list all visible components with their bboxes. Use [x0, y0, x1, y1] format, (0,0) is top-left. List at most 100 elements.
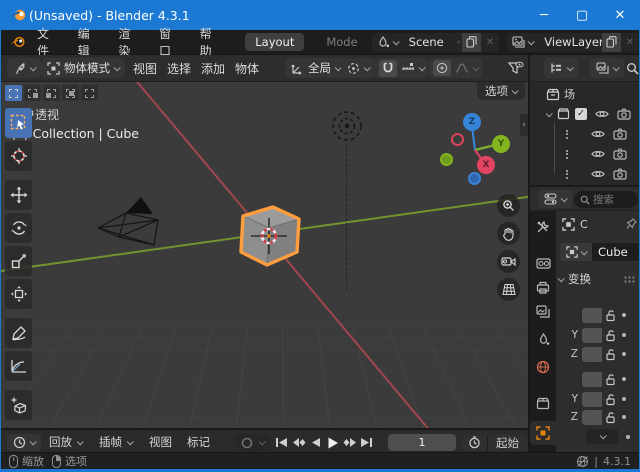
object-id-dropdown[interactable]	[560, 243, 592, 261]
pan-view-button[interactable]	[497, 222, 520, 245]
unlock-icon[interactable]	[605, 393, 617, 406]
tool-move[interactable]	[5, 180, 32, 210]
pivot-point-dropdown[interactable]	[341, 58, 375, 78]
animate-dot[interactable]	[626, 435, 630, 439]
collection-expand-icon[interactable]	[546, 110, 553, 117]
unlock-icon[interactable]	[605, 309, 617, 322]
collection-checkbox[interactable]: ✓	[575, 108, 587, 120]
value-field[interactable]	[582, 372, 602, 387]
next-keyframe-button[interactable]	[341, 434, 358, 451]
animate-dot[interactable]	[622, 397, 626, 401]
viewport-3d[interactable]: 选项 用户透视 (1) Collection | Cube	[1, 82, 528, 428]
network-offline-icon[interactable]	[576, 455, 589, 468]
scene-name-field[interactable]: Scene	[403, 35, 455, 49]
camera-view-button[interactable]	[497, 250, 520, 273]
zoom-view-button[interactable]	[497, 194, 520, 217]
light-object[interactable]	[327, 106, 367, 146]
start-frame-field[interactable]: 起始	[487, 435, 527, 451]
tab-object[interactable]	[530, 421, 556, 445]
viewport-menu-object[interactable]: 物体	[235, 55, 259, 82]
unlock-icon[interactable]	[605, 348, 617, 361]
tab-object-data[interactable]	[530, 391, 556, 415]
value-field[interactable]	[582, 328, 602, 343]
hide-eye-icon[interactable]	[591, 169, 605, 179]
tool-cursor[interactable]	[5, 141, 32, 171]
viewport-options-dropdown[interactable]: 选项	[477, 82, 525, 100]
transform-row-rotation-z[interactable]: Z	[556, 409, 640, 425]
transform-row-location-x[interactable]	[556, 307, 640, 323]
outliner-filter-dropdown[interactable]	[590, 58, 624, 78]
tab-render[interactable]	[530, 251, 556, 275]
value-field[interactable]	[582, 308, 602, 323]
outliner-camera-row[interactable]	[530, 124, 640, 144]
outliner-light-row[interactable]	[530, 164, 640, 184]
menu-render[interactable]: 渲染	[109, 30, 150, 54]
snap-toggle[interactable]	[379, 60, 397, 77]
scene-browse-button[interactable]	[372, 33, 403, 52]
viewlayer-remove-button[interactable]: ✕	[621, 37, 639, 48]
timeline-menu-markers[interactable]: 标记	[187, 430, 210, 454]
object-name-field[interactable]: Cube	[592, 243, 640, 261]
unlock-icon[interactable]	[605, 373, 617, 386]
timeline-menu-keying[interactable]: 插帧	[99, 430, 132, 454]
tab-tool[interactable]	[530, 215, 556, 239]
transform-row-rotation-y[interactable]: Y	[556, 391, 640, 407]
transform-orientation-dropdown[interactable]: 全局	[285, 58, 346, 78]
outliner-display-mode-dropdown[interactable]	[544, 58, 578, 78]
menu-edit[interactable]: 编辑	[69, 30, 110, 54]
transform-row-rotation-x[interactable]	[556, 371, 640, 387]
animate-dot[interactable]	[622, 352, 626, 356]
menu-window[interactable]: 窗口	[150, 30, 191, 54]
tab-scene[interactable]	[530, 327, 556, 351]
scene-new-button[interactable]	[462, 33, 481, 52]
select-mode-invert-button[interactable]	[62, 85, 79, 101]
select-mode-subtract-button[interactable]	[43, 85, 60, 101]
object-visibility-filter-icon[interactable]	[508, 61, 524, 76]
search-icon[interactable]	[626, 62, 639, 75]
gizmo-x-neg[interactable]	[451, 133, 464, 146]
navigation-gizmo[interactable]: Z Y X	[435, 108, 513, 192]
active-tool-dropdown[interactable]	[7, 58, 41, 78]
gizmo-x-axis[interactable]: X	[477, 156, 495, 174]
hide-eye-icon[interactable]	[591, 149, 605, 159]
tool-measure[interactable]	[5, 351, 32, 381]
camera-object[interactable]	[93, 194, 165, 250]
viewlayer-new-button[interactable]	[602, 33, 621, 52]
animate-dot[interactable]	[622, 313, 626, 317]
panel-grip-icon[interactable]	[624, 276, 636, 283]
breadcrumb-object-name[interactable]: C	[580, 218, 588, 231]
maximize-button[interactable]: ▢	[563, 0, 601, 30]
blender-app-menu-icon[interactable]	[10, 35, 26, 49]
transform-row-location-z[interactable]: Z	[556, 346, 640, 362]
hide-eye-icon[interactable]	[595, 109, 609, 119]
tab-view-layer[interactable]	[530, 299, 556, 323]
play-button[interactable]	[324, 434, 341, 451]
rotation-mode-dropdown[interactable]	[586, 429, 618, 444]
snapping-group[interactable]	[375, 58, 428, 78]
cube-object-selected[interactable]	[229, 202, 309, 282]
timeline-menu-playback[interactable]: 回放	[49, 430, 82, 454]
minimize-button[interactable]: ─	[525, 0, 563, 30]
value-field[interactable]	[582, 392, 602, 407]
viewport-menu-add[interactable]: 添加	[201, 55, 225, 82]
auto-key-group[interactable]	[235, 434, 270, 451]
tab-output[interactable]	[530, 275, 556, 299]
scene-unlink-button[interactable]: ✕	[481, 37, 499, 48]
viewlayer-browse-button[interactable]	[507, 33, 538, 52]
hide-eye-icon[interactable]	[591, 129, 605, 139]
render-visibility-camera-icon[interactable]	[613, 168, 627, 180]
gizmo-y-neg[interactable]	[440, 153, 453, 166]
timeline-menu-view[interactable]: 视图	[149, 430, 172, 454]
render-visibility-camera-icon[interactable]	[613, 148, 627, 160]
search-input[interactable]	[593, 194, 627, 206]
transform-panel-header[interactable]: 变换	[558, 271, 640, 287]
value-field[interactable]	[582, 410, 602, 425]
workspace-tab-layout[interactable]: Layout	[245, 33, 304, 51]
scene-selector[interactable]: Scene ✕	[372, 33, 500, 52]
pin-icon[interactable]	[457, 36, 460, 48]
unlock-icon[interactable]	[605, 329, 617, 342]
tool-annotate[interactable]	[5, 318, 32, 348]
pin-icon[interactable]	[626, 218, 637, 230]
tool-select-box[interactable]	[5, 108, 32, 138]
proportional-edit-group[interactable]	[429, 58, 482, 78]
